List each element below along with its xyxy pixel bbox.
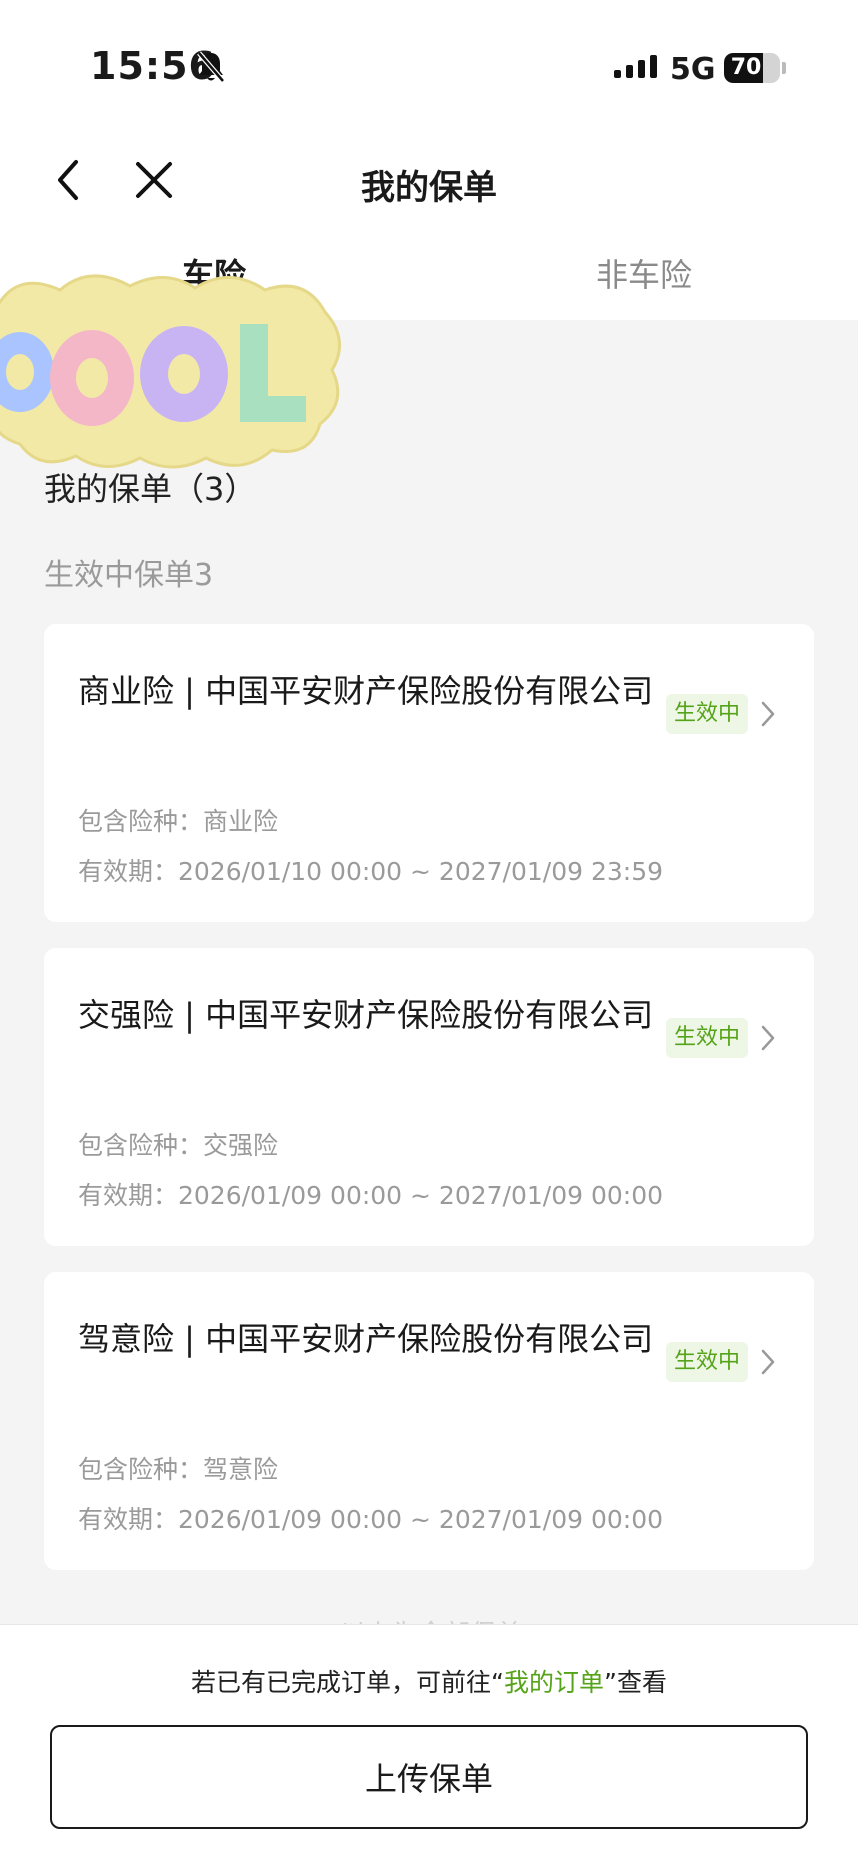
status-bar: 15:56 5G 70 [0, 0, 858, 130]
status-badge: 生效中 [666, 1342, 748, 1382]
status-badge: 生效中 [666, 694, 748, 734]
policy-title: 交强险 | 中国平安财产保险股份有限公司 [78, 996, 654, 1034]
bottom-panel: 若已有已完成订单，可前往“我的订单”查看 上传保单 [0, 1624, 858, 1864]
network-type: 5G [670, 52, 716, 87]
chevron-right-icon [761, 701, 775, 727]
upload-policy-button[interactable]: 上传保单 [50, 1725, 808, 1829]
policy-validity: 有效期：2026/01/09 00:00 ~ 2027/01/09 00:00 [78, 1181, 664, 1210]
battery-icon: 70 [724, 53, 780, 83]
chevron-right-icon [761, 1349, 775, 1375]
battery-cap [782, 62, 786, 74]
policy-count-title: 我的保单（3） [44, 470, 257, 508]
orders-note-suffix: ”查看 [604, 1668, 667, 1697]
orders-note: 若已有已完成订单，可前往“我的订单”查看 [0, 1663, 858, 1699]
policy-validity: 有效期：2026/01/10 00:00 ~ 2027/01/09 23:59 [78, 857, 664, 886]
bell-muted-icon [197, 51, 225, 83]
nav-bar: 我的保单 [0, 130, 858, 230]
orders-note-prefix: 若已有已完成订单，可前往“ [191, 1668, 504, 1697]
policy-title: 驾意险 | 中国平安财产保险股份有限公司 [78, 1320, 654, 1358]
page-title: 我的保单 [361, 168, 497, 208]
policy-card[interactable]: 交强险 | 中国平安财产保险股份有限公司 生效中 包含险种：交强险 有效期：20… [44, 948, 814, 1246]
policy-coverage: 包含险种：交强险 [78, 1131, 279, 1160]
policy-validity: 有效期：2026/01/09 00:00 ~ 2027/01/09 00:00 [78, 1505, 664, 1534]
signal-icon [614, 55, 657, 78]
my-orders-link[interactable]: 我的订单 [504, 1668, 604, 1697]
policy-coverage: 包含险种：商业险 [78, 807, 279, 836]
status-badge: 生效中 [666, 1018, 748, 1058]
policy-coverage: 包含险种：驾意险 [78, 1455, 279, 1484]
policy-card[interactable]: 驾意险 | 中国平安财产保险股份有限公司 生效中 包含险种：驾意险 有效期：20… [44, 1272, 814, 1570]
chevron-right-icon [761, 1025, 775, 1051]
policy-card[interactable]: 商业险 | 中国平安财产保险股份有限公司 生效中 包含险种：商业险 有效期：20… [44, 624, 814, 922]
tab-non-car-insurance[interactable]: 非车险 [596, 250, 692, 296]
cool-sticker [0, 274, 342, 469]
battery-percent: 70 [730, 55, 762, 80]
policy-title: 商业险 | 中国平安财产保险股份有限公司 [78, 672, 654, 710]
active-policies-label: 生效中保单3 [44, 558, 214, 593]
